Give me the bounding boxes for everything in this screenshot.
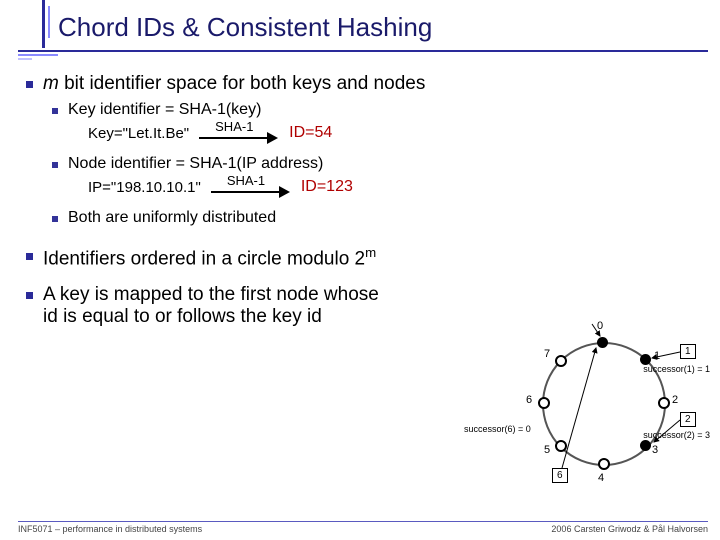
bullet-level1: Identifiers ordered in a circle modulo 2… <box>26 245 700 270</box>
example-key: Key="Let.It.Be" SHA-1 ID=54 <box>88 123 700 143</box>
ex1-right: ID=54 <box>289 124 332 142</box>
slide-body: m bit identifier space for both keys and… <box>0 45 720 328</box>
b2-text: Identifiers ordered in a circle modulo 2 <box>43 248 365 269</box>
bullet-level1: A key is mapped to the first node whose … <box>26 284 386 328</box>
diagram-arrows-icon <box>492 312 702 502</box>
title-underline <box>0 50 720 68</box>
ex2-arrow-label: SHA-1 <box>227 173 265 188</box>
title-bar: Chord IDs & Consistent Hashing <box>0 0 720 45</box>
example-ip: IP="198.10.10.1" SHA-1 ID=123 <box>88 177 700 197</box>
b1b-text: Node identifier = SHA-1(IP address) <box>68 155 323 173</box>
footer: INF5071 – performance in distributed sys… <box>18 521 708 534</box>
ex1-left: Key="Let.It.Be" <box>88 125 189 142</box>
bullet-icon <box>52 162 58 168</box>
bullet-icon <box>52 216 58 222</box>
footer-left: INF5071 – performance in distributed sys… <box>18 524 202 534</box>
bullet-icon <box>26 81 33 88</box>
b1a-text: Key identifier = SHA-1(key) <box>68 101 261 119</box>
slide: Chord IDs & Consistent Hashing m bit ide… <box>0 0 720 540</box>
arrow-icon: SHA-1 <box>211 177 291 197</box>
b3-text: A key is mapped to the first node whose … <box>43 284 386 328</box>
ex2-right: ID=123 <box>301 178 353 196</box>
bullet-level2: Both are uniformly distributed <box>52 209 700 227</box>
b1-text: bit identifier space for both keys and n… <box>59 73 426 94</box>
b1c-text: Both are uniformly distributed <box>68 209 276 227</box>
chord-ring-diagram: 0 1 2 3 4 5 6 7 1 2 6 successor(1) = 1 s… <box>492 312 702 502</box>
footer-right: 2006 Carsten Griwodz & Pål Halvorsen <box>551 524 708 534</box>
m-var: m <box>43 73 59 94</box>
slide-title: Chord IDs & Consistent Hashing <box>58 12 432 42</box>
arrow-icon: SHA-1 <box>199 123 279 143</box>
bullet-icon <box>26 253 33 260</box>
ex2-left: IP="198.10.10.1" <box>88 179 201 196</box>
ex1-arrow-label: SHA-1 <box>215 119 253 134</box>
b2-sup: m <box>365 245 376 260</box>
bullet-icon <box>26 292 33 299</box>
bullet-icon <box>52 108 58 114</box>
bullet-level2: Key identifier = SHA-1(key) <box>52 101 700 119</box>
bullet-level1: m bit identifier space for both keys and… <box>26 73 700 95</box>
bullet-level2: Node identifier = SHA-1(IP address) <box>52 155 700 173</box>
